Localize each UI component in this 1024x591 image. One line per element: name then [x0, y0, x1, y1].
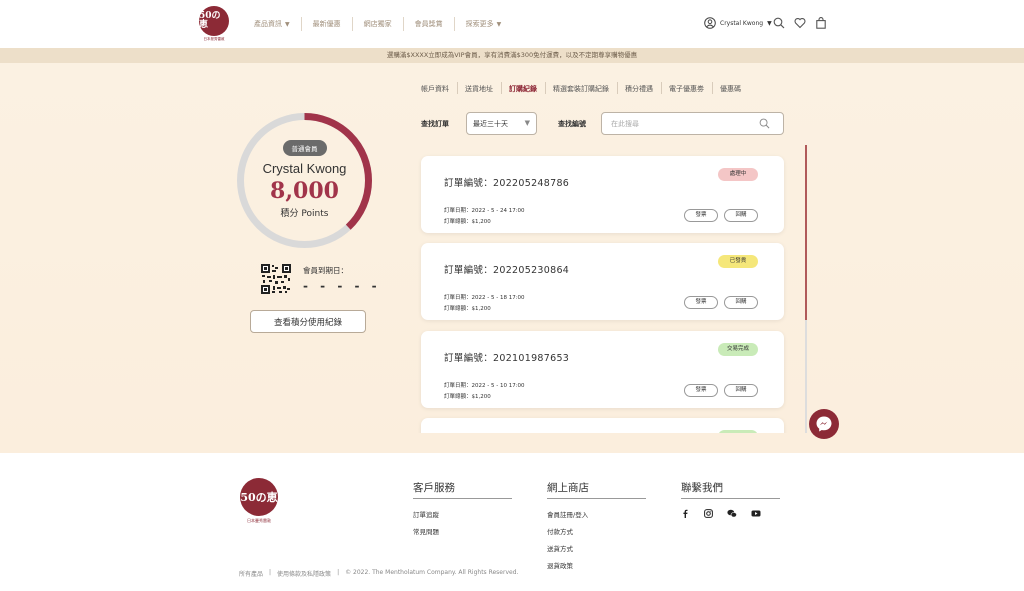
footer-link-terms-privacy[interactable]: 使用條款及私隱政策 [277, 569, 331, 578]
nav-item-products[interactable]: 產品資訊 ▼ [243, 19, 301, 29]
footer-logo[interactable]: 50の恵 日本曼秀雷敦 [240, 478, 278, 524]
order-period-select[interactable]: 最近三十天 ▼ [466, 112, 537, 135]
status-badge: 交易完成 [718, 343, 758, 356]
order-search-input[interactable]: 在此搜尋 [601, 112, 784, 135]
order-number: 訂單編號：202101987653 [444, 353, 570, 364]
footer-link-payment[interactable]: 付款方式 [547, 526, 646, 536]
scrollbar-thumb[interactable] [805, 145, 807, 320]
footer-col-title: 聯繫我們 [681, 480, 780, 499]
brand-logo[interactable]: 50の恵 日本曼秀雷敦 [199, 6, 229, 42]
tab-e-coupons[interactable]: 電子優惠劵 [661, 82, 712, 94]
instagram-icon[interactable] [704, 509, 713, 518]
site-header: 50の恵 日本曼秀雷敦 產品資訊 ▼ 最新優惠 網店獨家 會員獎賞 探索更多 ▼ C… [0, 0, 1024, 48]
search-icon[interactable] [773, 17, 785, 29]
footer-bottom-links: 所有產品 | 使用條款及私隱政策 | © 2022. The Mentholat… [239, 569, 518, 578]
heart-icon[interactable] [794, 17, 806, 29]
footer-link-returns[interactable]: 退貨政策 [547, 560, 646, 570]
tab-promo-codes[interactable]: 優惠碼 [712, 82, 749, 94]
status-badge: 處理中 [718, 168, 758, 181]
invoice-button[interactable]: 發票 [684, 384, 718, 397]
member-level-badge: 普通會員 [282, 140, 327, 156]
promo-banner: 選購滿$XXXX立即成為VIP會員，享有消費滿$300免付運費，以及不定期尊享購… [0, 48, 1024, 63]
user-icon [704, 17, 716, 29]
footer-separator: | [337, 569, 340, 576]
footer-link-order-tracking[interactable]: 訂單追蹤 [413, 509, 512, 519]
membership-expiry-value: - - - - - [303, 279, 381, 293]
copyright-text: © 2022. The Mentholatum Company. All Rig… [345, 569, 519, 576]
messenger-icon [816, 416, 832, 432]
order-number: 訂單編號：202205248786 [444, 178, 570, 189]
status-badge [718, 430, 758, 433]
membership-expiry-label: 會員到期日： [303, 266, 348, 275]
tab-delivery-address[interactable]: 送貨地址 [457, 82, 501, 94]
tab-points-rewards[interactable]: 積分禮遇 [617, 82, 661, 94]
order-meta: 訂單日期：2022 - 5 - 10 17:00 訂單總額：$1,200 [444, 383, 525, 400]
reorder-button[interactable]: 回購 [724, 384, 758, 397]
nav-item-explore[interactable]: 探索更多 ▼ [455, 19, 513, 29]
order-number: 訂單編號：202205230864 [444, 265, 570, 276]
points-history-button[interactable]: 查看積分使用紀錄 [250, 310, 366, 333]
nav-item-rewards[interactable]: 會員獎賞 [404, 19, 454, 29]
order-meta: 訂單日期：2022 - 5 - 18 17:00 訂單總額：$1,200 [444, 295, 525, 312]
invoice-button[interactable]: 發票 [684, 296, 718, 309]
footer-col-contact: 聯繫我們 [681, 480, 780, 518]
nav-item-offers[interactable]: 最新優惠 [302, 19, 352, 29]
chevron-down-icon: ▼ [524, 119, 530, 127]
profile-summary: 普通會員 Crystal Kwong 8,000 積分 Points [236, 112, 373, 249]
youtube-icon[interactable] [751, 509, 761, 518]
chevron-down-icon: ▼ [767, 19, 772, 27]
points-value: 8,000 [270, 178, 339, 204]
social-links [681, 509, 780, 518]
user-menu[interactable]: Crystal Kwong ▼ [704, 17, 772, 29]
chevron-down-icon: ▼ [496, 20, 502, 28]
qr-code-icon[interactable] [261, 264, 291, 294]
wechat-icon[interactable] [727, 509, 737, 518]
points-label: 積分 Points [280, 209, 329, 219]
order-search-label: 查找編號 [558, 120, 586, 128]
tab-account-info[interactable]: 帳戶資料 [413, 84, 457, 94]
footer-link-all-products[interactable]: 所有產品 [239, 569, 263, 578]
main-nav: 產品資訊 ▼ 最新優惠 網店獨家 會員獎賞 探索更多 ▼ [243, 17, 512, 31]
footer-link-register-login[interactable]: 會員註冊/登入 [547, 509, 646, 519]
chevron-down-icon: ▼ [285, 20, 290, 28]
order-filter-label: 查找訂單 [421, 120, 449, 128]
footer-separator: | [269, 569, 272, 576]
search-icon[interactable] [759, 118, 770, 129]
messenger-button[interactable] [809, 409, 839, 439]
footer-link-delivery[interactable]: 送貨方式 [547, 543, 646, 553]
footer-col-title: 客戶服務 [413, 480, 512, 499]
footer-link-faq[interactable]: 常見問題 [413, 526, 512, 536]
order-list[interactable]: 訂單編號：202205248786 處理中 訂單日期：2022 - 5 - 24… [418, 150, 788, 433]
order-card: 訂單編號：202101987653 交易完成 訂單日期：2022 - 5 - 1… [421, 331, 784, 408]
order-card: 訂單編號：202205230864 已發貨 訂單日期：2022 - 5 - 18… [421, 243, 784, 320]
profile-name: Crystal Kwong [262, 161, 347, 176]
user-name: Crystal Kwong [720, 19, 764, 27]
nav-item-exclusive[interactable]: 網店獨家 [353, 19, 403, 29]
account-tabs: 帳戶資料 送貨地址 訂購紀錄 精選套裝訂購紀錄 積分禮遇 電子優惠劵 優惠碼 [413, 82, 749, 94]
footer-col-online-store: 網上商店 會員註冊/登入 付款方式 送貨方式 退貨政策 [547, 480, 646, 570]
reorder-button[interactable]: 回購 [724, 209, 758, 222]
order-meta: 訂單日期：2022 - 5 - 24 17:00 訂單總額：$1,200 [444, 208, 525, 225]
tab-set-order-history[interactable]: 精選套裝訂購紀錄 [545, 82, 617, 94]
footer-col-customer-service: 客戶服務 訂單追蹤 常見問題 [413, 480, 512, 536]
tab-order-history[interactable]: 訂購紀錄 [501, 82, 545, 94]
order-card: 訂單編號：202205248786 處理中 訂單日期：2022 - 5 - 24… [421, 156, 784, 233]
facebook-icon[interactable] [681, 509, 690, 518]
order-card-partial [421, 418, 784, 433]
reorder-button[interactable]: 回購 [724, 296, 758, 309]
invoice-button[interactable]: 發票 [684, 209, 718, 222]
status-badge: 已發貨 [718, 255, 758, 268]
footer-col-title: 網上商店 [547, 480, 646, 499]
shopping-bag-icon[interactable] [815, 17, 827, 29]
